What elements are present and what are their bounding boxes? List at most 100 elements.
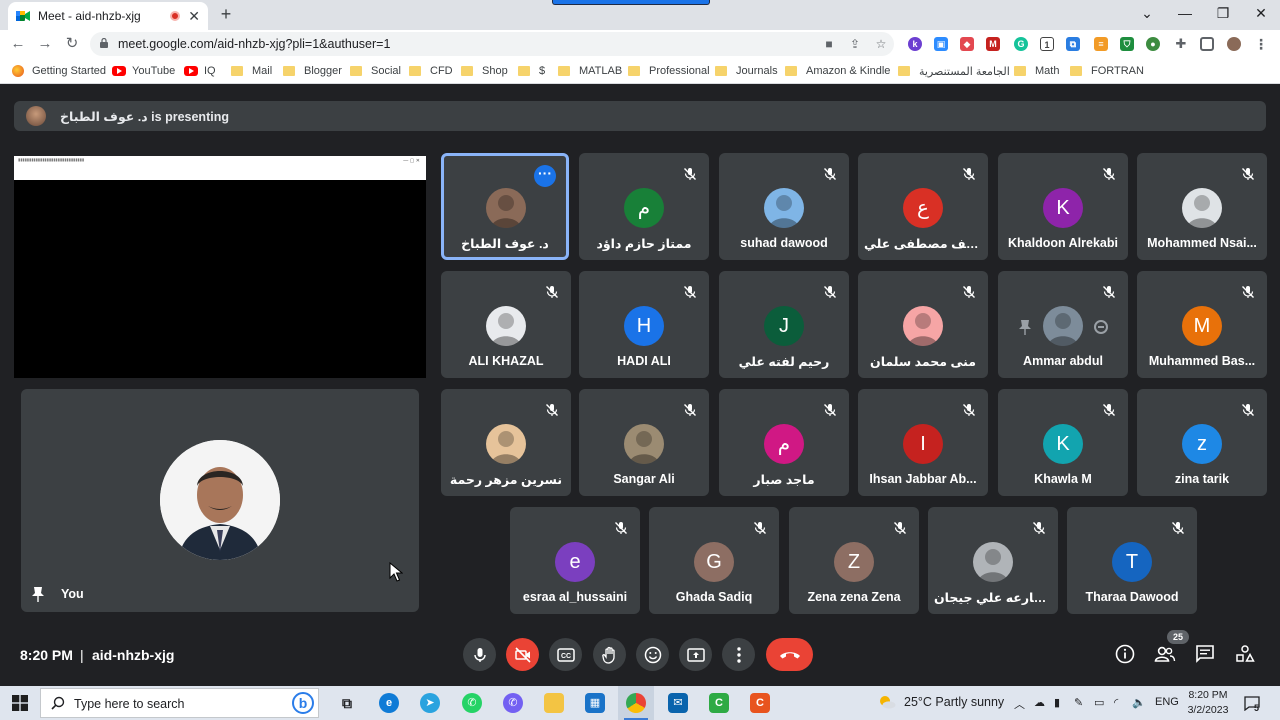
participant-tile[interactable]: K Khaldoon Alrekabi [998,153,1128,260]
participant-tile[interactable]: z zina tarik [1137,389,1267,496]
bookmark-folder[interactable]: CFD [409,63,453,79]
battery-icon[interactable]: ▭ [1094,696,1104,709]
bookmark-folder[interactable]: MATLAB [558,63,622,79]
taskbar-clock[interactable]: 8:20 PM 3/2/2023 [1186,688,1230,718]
file-explorer-icon[interactable] [544,693,564,713]
participant-tile[interactable]: T Tharaa Dawood [1067,507,1197,614]
pen-icon[interactable]: ✎ [1074,696,1083,709]
chrome-icon[interactable] [626,693,646,713]
chat-button[interactable] [1194,643,1216,665]
tab-search-icon[interactable]: ⌄ [1128,0,1166,26]
new-tab-button[interactable]: + [216,4,236,24]
forward-button[interactable]: → [35,34,55,54]
more-options-button[interactable] [722,638,755,671]
camtasia-green-icon[interactable]: C [709,693,729,713]
mendeley-extension-icon[interactable]: M [986,37,1000,51]
whatsapp-icon[interactable]: ✆ [462,693,482,713]
reload-button[interactable]: ↻ [62,34,82,54]
browser-tab[interactable]: Meet - aid-nhzb-xjg ✕ [8,2,208,30]
zoom-extension-icon[interactable]: ▣ [934,37,948,51]
bookmark-item[interactable]: Getting Started [12,63,106,79]
vpn-extension-icon[interactable]: ⛉ [1120,37,1134,51]
participant-tile[interactable]: Sangar Ali [579,389,709,496]
bookmark-star-icon[interactable]: ☆ [874,37,888,51]
participant-tile[interactable]: م ماجد صبار [719,389,849,496]
windows-start-icon[interactable] [12,695,28,711]
participant-tile[interactable]: د. عوف الطباخ ··· [441,153,569,260]
window-close-button[interactable]: ✕ [1242,0,1280,26]
doc-extension-icon[interactable]: 1 [1040,37,1054,51]
participant-tile[interactable]: ع عواطف مصطفى علي [858,153,988,260]
screen-share-view[interactable]: ▮▮▮▮▮▮▮▮▮▮▮▮▮▮▮▮▮▮▮▮▮▮▮▮▮▮▮▮▮▮ — ▢ ✕ [14,156,426,378]
pin-icon[interactable] [31,586,45,602]
people-button[interactable] [1154,643,1176,665]
participant-tile[interactable]: suhad dawood [719,153,849,260]
participant-tile[interactable]: Z Zena zena Zena [789,507,919,614]
participant-tile[interactable]: منى محمد سلمان [858,271,988,378]
taskbar-search-box[interactable]: Type here to search b [40,688,319,718]
bookmark-folder[interactable]: Mail [231,63,272,79]
bookmark-folder[interactable]: $ [518,63,545,79]
tray-overflow-icon[interactable]: ︿ [1014,696,1025,712]
volume-icon[interactable]: 🔈 [1132,696,1146,709]
bookmark-item[interactable]: YouTube [112,63,175,79]
minimize-button[interactable]: — [1166,0,1204,26]
activities-button[interactable] [1234,643,1256,665]
pin-icon[interactable] [1018,319,1032,335]
participant-tile[interactable]: ا.م.د. فارعه علي جيجان [928,507,1058,614]
globe-extension-icon[interactable]: ● [1146,37,1160,51]
participant-tile[interactable]: Ammar abdul [998,271,1128,378]
participant-tile[interactable]: J رحيم لفته علي [719,271,849,378]
participant-tile[interactable]: e esraa al_hussaini [510,507,640,614]
bookmark-folder[interactable]: Journals [715,63,778,79]
meeting-details-button[interactable] [1114,643,1136,665]
participant-tile[interactable]: نسرين مزهر رحمة [441,389,571,496]
profile-avatar[interactable] [1227,37,1241,51]
rss-extension-icon[interactable]: ≡ [1094,37,1108,51]
mail-icon[interactable]: ✉ [668,693,688,713]
participant-tile[interactable]: K Khawla M [998,389,1128,496]
camera-button[interactable] [506,638,539,671]
bing-icon[interactable]: b [292,692,314,714]
participant-tile[interactable]: ALI KHAZAL [441,271,571,378]
participant-tile[interactable]: م ممتاز حازم داؤد [579,153,709,260]
participant-tile[interactable]: M Muhammed Bas... [1137,271,1267,378]
more-options-icon[interactable]: ··· [534,165,556,187]
bookmark-item[interactable]: IQ [184,63,216,79]
weather-widget[interactable]: 25°C Partly sunny [878,695,1004,709]
wifi-icon[interactable]: ◜ [1114,696,1118,709]
onedrive-icon[interactable]: ☁ [1034,696,1045,709]
captions-button[interactable]: CC [549,638,582,671]
camtasia-recorder-icon[interactable]: C [750,693,770,713]
grammarly-extension-icon[interactable]: G [1014,37,1028,51]
self-video-tile[interactable]: You [21,389,419,612]
microphone-button[interactable] [463,638,496,671]
address-bar[interactable]: meet.google.com/aid-nhzb-xjg?pli=1&authu… [90,32,894,56]
shield-extension-icon[interactable]: ◆ [960,37,974,51]
present-screen-button[interactable] [679,638,712,671]
browser-menu-icon[interactable]: ⋮ [1254,37,1268,51]
bookmark-folder[interactable]: FORTRAN [1070,63,1144,79]
microsoft-store-icon[interactable]: ▦ [585,693,605,713]
task-view-icon[interactable]: ⧉ [337,693,357,713]
bookmark-folder[interactable]: Blogger [283,63,342,79]
bookmark-folder[interactable]: Professional [628,63,710,79]
bookmark-folder[interactable]: Social [350,63,401,79]
back-button[interactable]: ← [8,34,28,54]
extension-k-icon[interactable]: k [908,37,922,51]
participant-tile[interactable]: Mohammed Nsai... [1137,153,1267,260]
microphone-tray-icon[interactable]: ▮ [1054,696,1060,709]
bookmark-folder[interactable]: الجامعة المستنصرية [898,63,1010,79]
bookmark-folder[interactable]: Math [1014,63,1059,79]
remove-icon[interactable] [1094,320,1108,334]
tab-close-icon[interactable]: ✕ [188,8,200,25]
emoji-reaction-button[interactable] [636,638,669,671]
maximize-button[interactable]: ❐ [1204,0,1242,26]
edge-icon[interactable]: e [379,693,399,713]
bookmark-folder[interactable]: Amazon & Kindle [785,63,890,79]
camera-in-use-icon[interactable]: ■ [822,37,836,51]
participant-tile[interactable]: G Ghada Sadiq [649,507,779,614]
extensions-puzzle-icon[interactable]: ✚ [1174,37,1188,51]
participant-tile[interactable]: H HADI ALI [579,271,709,378]
share-icon[interactable]: ⇪ [848,37,862,51]
